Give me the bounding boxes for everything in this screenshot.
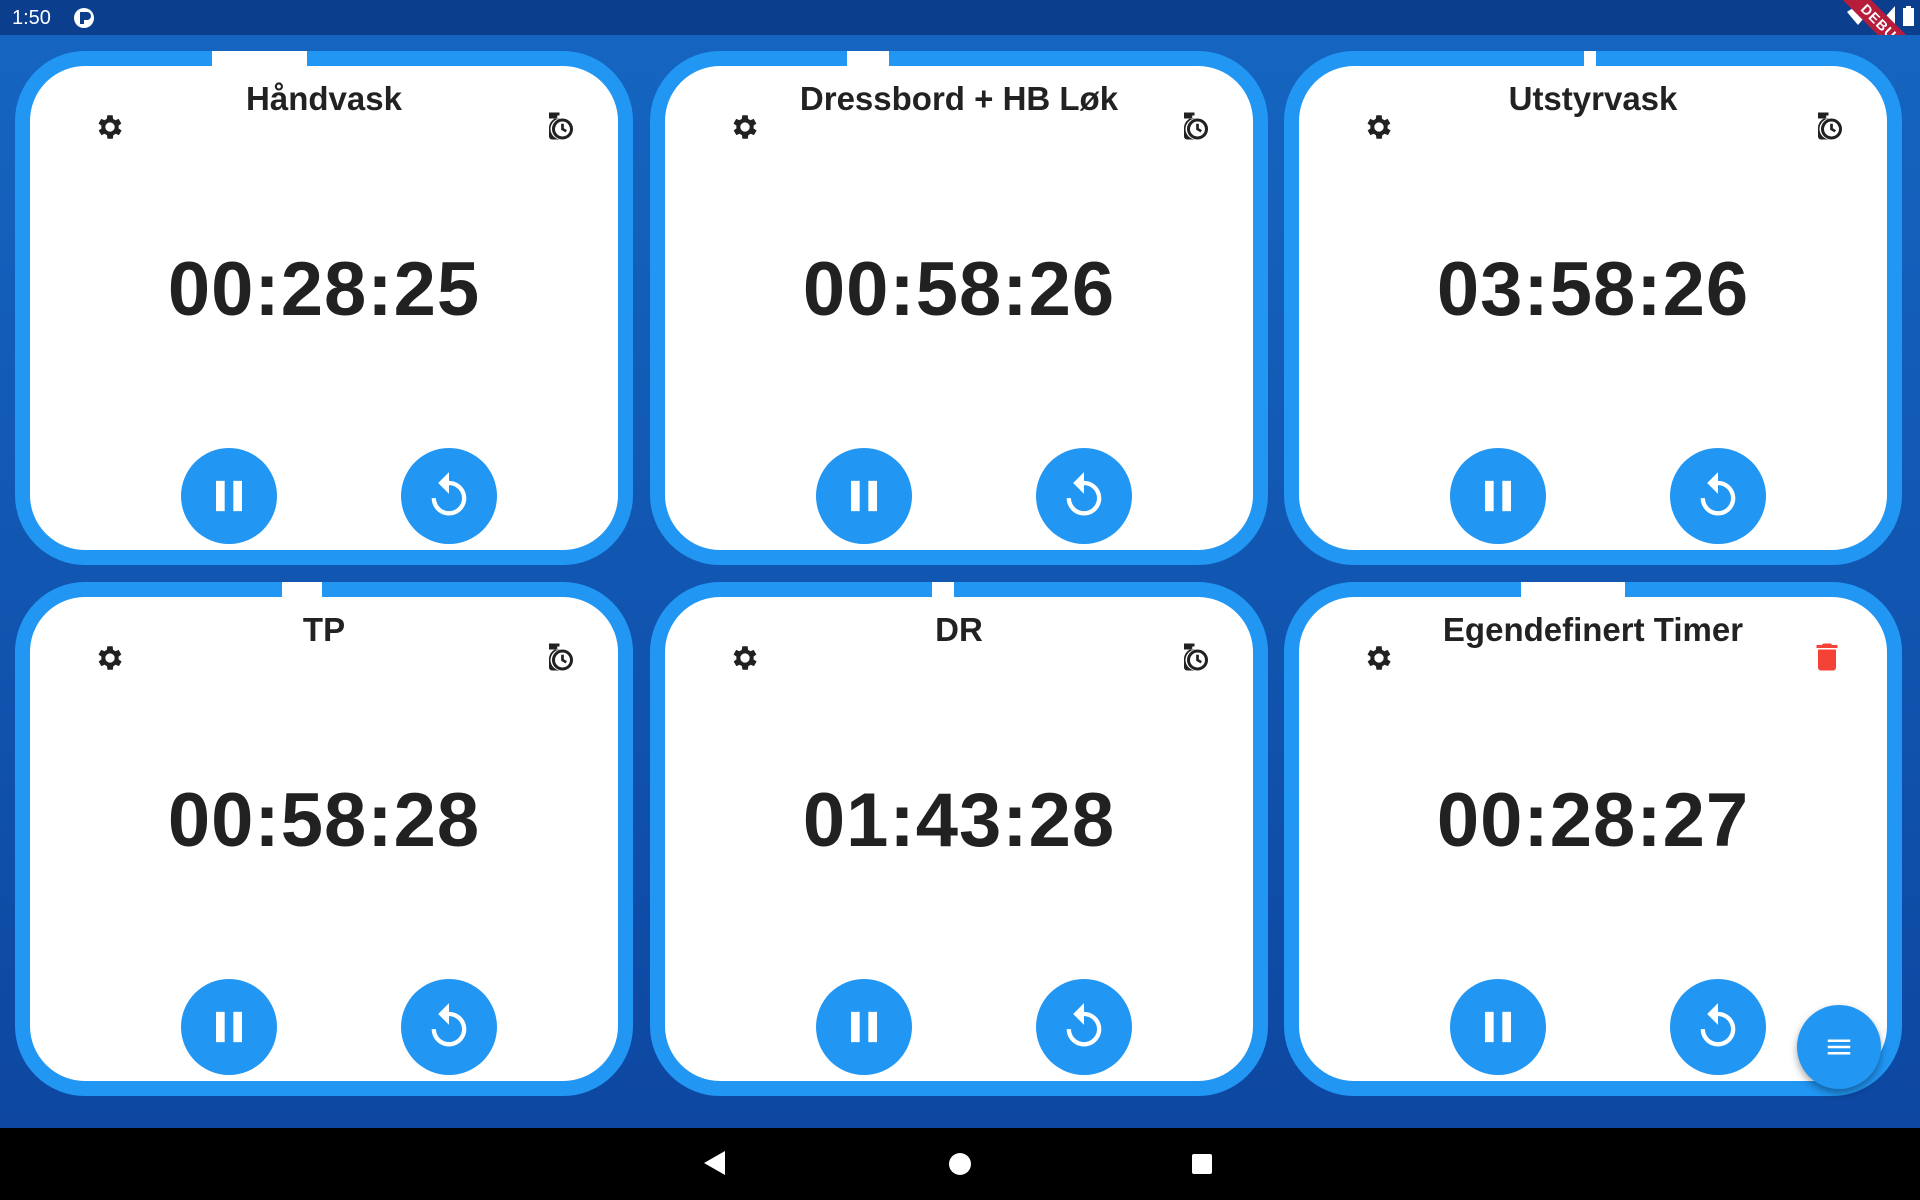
reset-button[interactable]: [1670, 448, 1766, 544]
gear-icon[interactable]: [729, 111, 761, 143]
timer-history-icon[interactable]: [1175, 639, 1211, 675]
timer-display: 03:58:26: [1436, 247, 1750, 332]
recents-icon[interactable]: [1192, 1154, 1212, 1174]
pause-button[interactable]: [816, 979, 912, 1075]
timer-card-1: Håndvask 00:28:25: [15, 51, 633, 565]
reset-icon: [1066, 472, 1102, 516]
gear-icon[interactable]: [94, 642, 126, 674]
menu-fab[interactable]: [1797, 1005, 1881, 1089]
reset-button[interactable]: [1036, 979, 1132, 1075]
timer-card-2: Dressbord + HB Løk 00:58:26: [650, 51, 1268, 565]
pause-button[interactable]: [1450, 448, 1546, 544]
card-notch: [932, 582, 954, 597]
system-nav-bar: [0, 1128, 1920, 1200]
card-notch: [847, 51, 889, 66]
reset-icon: [1066, 1003, 1102, 1047]
pause-icon: [216, 1011, 242, 1043]
pause-icon: [1485, 1011, 1511, 1043]
back-icon[interactable]: [703, 1150, 727, 1176]
timer-history-icon[interactable]: [540, 639, 576, 675]
status-bar: 1:50 DEBUG: [0, 0, 1920, 87]
reset-icon: [1700, 472, 1736, 516]
timer-card-5: DR 01:43:28: [650, 582, 1268, 1096]
card-notch: [1521, 582, 1625, 597]
home-icon[interactable]: [949, 1153, 971, 1175]
gear-icon[interactable]: [94, 111, 126, 143]
timer-display: 00:58:28: [167, 778, 481, 863]
gear-icon[interactable]: [1363, 642, 1395, 674]
timer-display: 00:28:27: [1436, 778, 1750, 863]
timer-display: 01:43:28: [802, 778, 1116, 863]
reset-button[interactable]: [1036, 448, 1132, 544]
reset-button[interactable]: [401, 979, 497, 1075]
card-notch: [212, 51, 307, 66]
battery-icon: [1903, 6, 1914, 26]
reset-button[interactable]: [401, 448, 497, 544]
pause-icon: [851, 480, 877, 512]
timer-history-icon[interactable]: [1809, 108, 1845, 144]
pause-button[interactable]: [181, 979, 277, 1075]
reset-icon: [431, 472, 467, 516]
gear-icon[interactable]: [729, 642, 761, 674]
status-time: 1:50: [12, 7, 51, 29]
pause-icon: [216, 480, 242, 512]
pause-button[interactable]: [1450, 979, 1546, 1075]
pause-button[interactable]: [181, 448, 277, 544]
reset-icon: [431, 1003, 467, 1047]
card-notch: [1584, 51, 1596, 66]
timer-history-icon[interactable]: [540, 108, 576, 144]
timer-display: 00:58:26: [802, 247, 1116, 332]
card-notch: [282, 582, 322, 597]
pause-icon: [851, 1011, 877, 1043]
pause-button[interactable]: [816, 448, 912, 544]
pause-icon: [1485, 480, 1511, 512]
reset-button[interactable]: [1670, 979, 1766, 1075]
timer-display: 00:28:25: [167, 247, 481, 332]
reset-icon: [1700, 1003, 1736, 1047]
timer-history-icon[interactable]: [1175, 108, 1211, 144]
app-notification-icon: [74, 8, 94, 28]
timer-card-3: Utstyrvask 03:58:26: [1284, 51, 1902, 565]
timer-card-4: TP 00:58:28: [15, 582, 633, 1096]
gear-icon[interactable]: [1363, 111, 1395, 143]
trash-icon[interactable]: [1809, 639, 1845, 675]
menu-icon: [1827, 1039, 1851, 1055]
